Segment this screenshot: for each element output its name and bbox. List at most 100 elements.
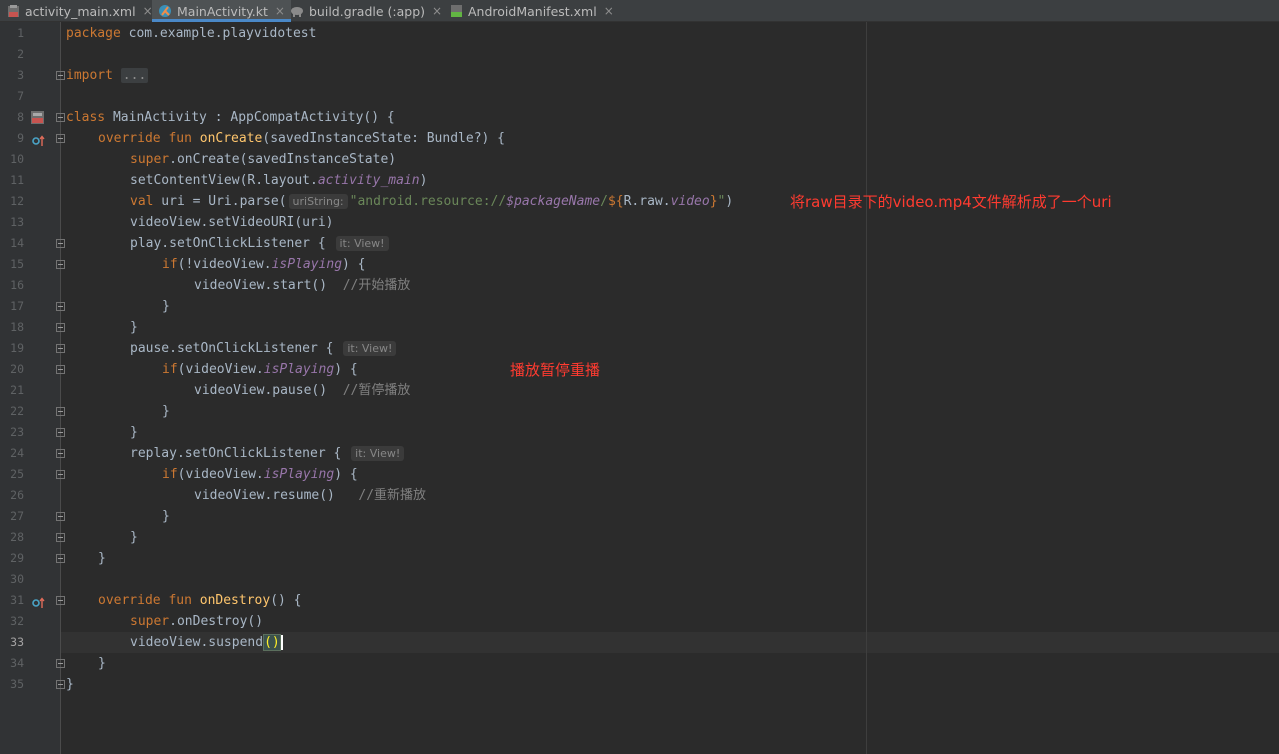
brace: } — [130, 320, 138, 335]
code-line: play.setOnClickListener { it: View! — [130, 233, 391, 254]
line-number: 21 — [10, 383, 24, 397]
brace: } — [162, 404, 170, 419]
code-line: videoView.start() //开始播放 — [194, 275, 410, 296]
code-line: class MainActivity : AppCompatActivity()… — [66, 107, 395, 128]
keyword: super — [130, 152, 170, 167]
code-line: } — [130, 317, 138, 338]
code-line: videoView.setVideoURI(uri) — [130, 212, 334, 233]
brace: } — [130, 425, 138, 440]
brace: } — [98, 656, 106, 671]
keyword: override fun — [98, 593, 192, 608]
lambda-hint: it: View! — [343, 341, 397, 356]
kotlin-class-icon — [158, 4, 172, 18]
line-number: 26 — [10, 488, 24, 502]
code-line: setContentView(R.layout.activity_main) — [130, 170, 427, 191]
line-number: 32 — [10, 614, 24, 628]
line-number: 13 — [10, 215, 24, 229]
code-line: } — [98, 653, 106, 674]
line-number: 11 — [10, 173, 24, 187]
class-declaration: MainActivity : AppCompatActivity() { — [105, 110, 395, 125]
close-icon[interactable]: × — [275, 4, 285, 18]
keyword: override fun — [98, 131, 192, 146]
lambda-hint: it: View! — [335, 236, 389, 251]
package-name: com.example.playvidotest — [120, 26, 317, 41]
code-line: } — [130, 527, 138, 548]
code-text: (videoView. — [177, 467, 264, 482]
params: (savedInstanceState: Bundle?) { — [262, 131, 506, 146]
editor-tab-bar: activity_main.xml × MainActivity.kt × bu… — [0, 0, 1279, 22]
text-caret — [280, 635, 283, 650]
line-number: 31 — [10, 593, 24, 607]
code-editor[interactable]: package com.example.playvidotest import … — [61, 22, 1279, 754]
code-line: super.onCreate(savedInstanceState) — [130, 149, 396, 170]
property: isPlaying — [263, 467, 335, 482]
keyword: package — [66, 26, 121, 41]
comment: //暂停播放 — [342, 383, 411, 398]
manifest-icon — [449, 4, 463, 18]
line-number: 35 — [10, 677, 24, 691]
line-number: 15 — [10, 257, 24, 271]
line-number: 34 — [10, 656, 24, 670]
close-icon[interactable]: × — [432, 4, 442, 18]
brace: } — [130, 530, 138, 545]
close-icon[interactable]: × — [604, 4, 614, 18]
code-line: videoView.resume() //重新播放 — [194, 485, 426, 506]
line-number: 28 — [10, 530, 24, 544]
tab-android-manifest[interactable]: AndroidManifest.xml × — [449, 0, 614, 22]
code-line: package com.example.playvidotest — [66, 23, 316, 44]
code-text: R.raw. — [623, 194, 671, 209]
line-number-gutter[interactable]: 1 2 3 7 8 9 10 11 12 13 14 15 16 17 18 1… — [0, 22, 61, 754]
override-method-icon[interactable] — [32, 132, 46, 151]
line-number: 2 — [17, 47, 24, 61]
property: isPlaying — [271, 257, 343, 272]
lambda-hint: it: View! — [351, 446, 405, 461]
layout-preview-icon[interactable] — [30, 110, 45, 129]
function-name: onCreate — [199, 131, 263, 146]
parameter-hint: uriString: — [288, 194, 348, 209]
call: setContentView(R.layout. — [130, 173, 318, 188]
code-line: } — [98, 548, 106, 569]
string: "android.resource:// — [349, 194, 507, 209]
annotation-buttons-note: 播放暂停重播 — [510, 361, 601, 379]
line-number: 1 — [17, 26, 24, 40]
template-brace: ${ — [607, 194, 624, 209]
property: isPlaying — [263, 362, 335, 377]
line-number: 8 — [17, 110, 24, 124]
resource-ref: activity_main — [317, 173, 420, 188]
line-number: 14 — [10, 236, 24, 250]
tab-label: activity_main.xml — [25, 3, 136, 19]
xml-layout-icon — [6, 4, 20, 18]
call: videoView.suspend — [130, 635, 264, 650]
call: play.setOnClickListener { — [130, 236, 326, 251]
code-line: } — [130, 422, 138, 443]
gradle-elephant-icon — [290, 4, 304, 18]
tab-mainactivity-kt[interactable]: MainActivity.kt × — [152, 0, 291, 22]
code-line: } — [162, 401, 170, 422]
paren: ) — [725, 194, 734, 209]
tab-build-gradle[interactable]: build.gradle (:app) × — [290, 0, 442, 22]
call: .onDestroy() — [169, 614, 264, 629]
line-number: 7 — [17, 89, 24, 103]
line-number: 3 — [17, 68, 24, 82]
line-number: 10 — [10, 152, 24, 166]
resource-ref: video — [670, 194, 710, 209]
code-line: replay.setOnClickListener { it: View! — [130, 443, 406, 464]
annotation-uri-note: 将raw目录下的video.mp4文件解析成了一个uri — [790, 193, 1112, 211]
keyword: if — [162, 257, 178, 272]
code-line: if(videoView.isPlaying) { — [162, 359, 358, 380]
code-line: if(videoView.isPlaying) { — [162, 464, 358, 485]
override-method-icon[interactable] — [32, 594, 46, 613]
string: / — [600, 194, 608, 209]
code-line: if(!videoView.isPlaying) { — [162, 254, 366, 275]
comment: //开始播放 — [342, 278, 411, 293]
folded-imports[interactable]: ... — [120, 68, 149, 83]
keyword: if — [162, 467, 178, 482]
tab-label: build.gradle (:app) — [309, 3, 426, 19]
call: videoView.pause() — [194, 383, 328, 398]
template-brace: } — [709, 194, 718, 209]
tab-activity-main-xml[interactable]: activity_main.xml × — [6, 0, 153, 22]
code-line: val uri = Uri.parse(uriString: "android.r… — [130, 191, 733, 212]
code-line: override fun onCreate(savedInstanceState… — [98, 128, 505, 149]
template-var: $packageName — [506, 194, 601, 209]
right-margin-guide — [866, 22, 867, 754]
